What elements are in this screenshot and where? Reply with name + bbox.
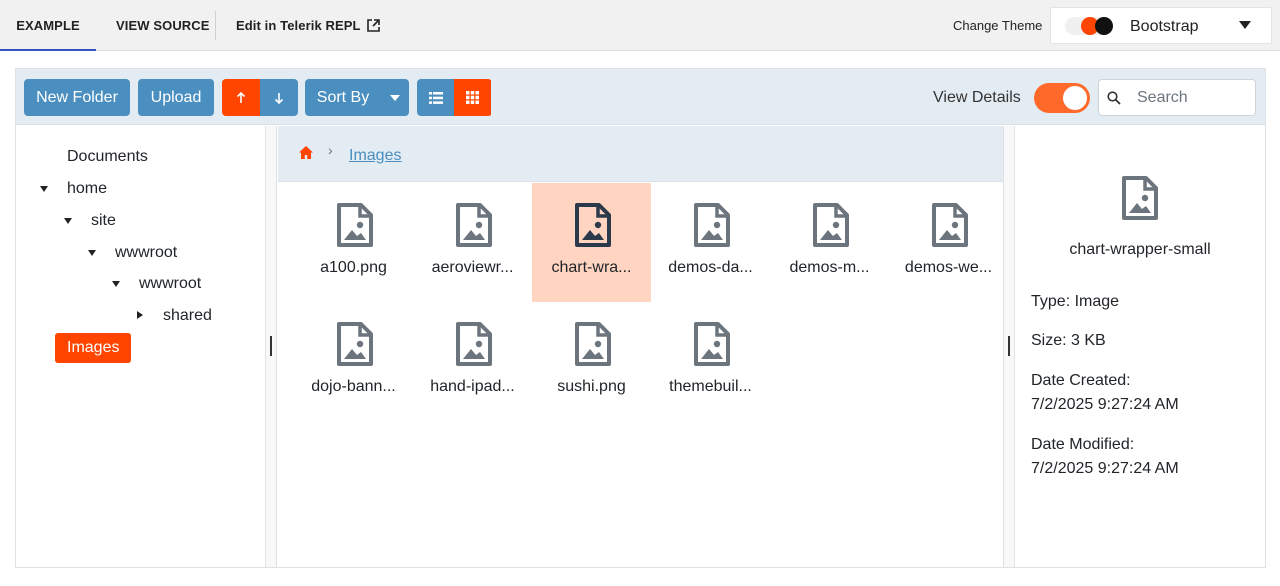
home-icon[interactable]: [299, 146, 313, 159]
upload-button[interactable]: Upload: [138, 79, 214, 116]
image-file-icon: [813, 203, 849, 247]
details-pane: chart-wrapper-small Type: Image Size: 3 …: [1015, 126, 1265, 567]
file-item[interactable]: hand-ipad...: [413, 302, 532, 421]
tree-splitter[interactable]: [265, 126, 277, 567]
search-input[interactable]: [1137, 80, 1249, 115]
image-file-icon: [694, 322, 730, 366]
chevron-down-icon: [1239, 21, 1251, 29]
image-file-icon: [932, 203, 968, 247]
sort-descending-button[interactable]: [260, 79, 298, 116]
chevron-right-icon: ›: [328, 142, 333, 158]
image-file-icon: [1122, 176, 1158, 220]
tree-item-site[interactable]: site: [91, 206, 116, 236]
details-type: Type: Image: [1031, 293, 1120, 310]
image-file-icon: [456, 203, 492, 247]
file-name: hand-ipad...: [430, 378, 515, 395]
details-created-label: Date Created:: [1031, 372, 1131, 389]
search-icon: [1107, 91, 1121, 105]
details-created-value: 7/2/2025 9:27:24 AM: [1031, 396, 1179, 413]
view-details-label: View Details: [933, 89, 1021, 106]
image-file-icon: [694, 203, 730, 247]
file-name: demos-we...: [904, 259, 993, 276]
folder-tree: Documents home site wwwroot wwwroot shar…: [16, 126, 265, 567]
demo-top-bar: EXAMPLE VIEW SOURCE Edit in Telerik REPL…: [0, 0, 1280, 51]
file-manager-toolbar: New Folder Upload Sort By View Details: [16, 69, 1265, 125]
tab-view-source[interactable]: VIEW SOURCE: [116, 0, 210, 51]
edit-in-repl-link[interactable]: Edit in Telerik REPL: [236, 0, 380, 51]
tree-toggle-shared[interactable]: [137, 311, 143, 319]
tree-item-shared[interactable]: shared: [163, 301, 212, 331]
file-item[interactable]: demos-da...: [651, 183, 770, 302]
tab-divider: [215, 11, 216, 40]
image-file-icon: [456, 322, 492, 366]
splitter-grip: [1008, 336, 1010, 356]
list-view-button[interactable]: [417, 79, 454, 116]
view-mode-group: [417, 79, 492, 116]
file-item[interactable]: demos-m...: [770, 183, 889, 302]
sort-ascending-button[interactable]: [222, 79, 260, 116]
file-name: dojo-bann...: [311, 378, 396, 395]
file-item[interactable]: demos-we...: [889, 183, 1008, 302]
image-file-icon: [575, 322, 611, 366]
tab-example[interactable]: EXAMPLE: [0, 0, 96, 51]
file-name: demos-m...: [789, 259, 870, 276]
theme-dropdown[interactable]: Bootstrap: [1050, 7, 1272, 44]
breadcrumb: › Images: [278, 126, 1003, 182]
list-view-icon: [428, 91, 443, 104]
edit-in-repl-label: Edit in Telerik REPL: [236, 18, 361, 33]
tree-toggle-wwwroot-nested[interactable]: [112, 281, 120, 287]
details-modified-label: Date Modified:: [1031, 436, 1135, 453]
file-name: chart-wra...: [551, 259, 632, 276]
details-size: Size: 3 KB: [1031, 332, 1106, 349]
tree-item-documents[interactable]: Documents: [67, 142, 148, 172]
file-name: aeroviewr...: [431, 259, 514, 276]
sort-by-label: Sort By: [316, 89, 370, 106]
breadcrumb-item-images[interactable]: Images: [349, 126, 401, 186]
tree-toggle-site[interactable]: [64, 218, 72, 224]
file-item[interactable]: chart-wra...: [532, 183, 651, 302]
new-folder-button[interactable]: New Folder: [24, 79, 130, 116]
file-item[interactable]: sushi.png: [532, 302, 651, 421]
grid-view-icon: [466, 91, 479, 104]
external-link-icon: [366, 19, 380, 32]
grid-view-button[interactable]: [454, 79, 491, 116]
details-splitter[interactable]: [1003, 126, 1015, 567]
arrow-up-icon: [236, 91, 246, 103]
file-name: themebuil...: [669, 378, 752, 395]
tree-item-images[interactable]: Images: [55, 333, 132, 363]
arrow-down-icon: [274, 92, 284, 104]
switch-knob: [1063, 86, 1087, 110]
file-item[interactable]: themebuil...: [651, 302, 770, 421]
sort-by-dropdown-button[interactable]: Sort By: [305, 79, 409, 116]
file-manager: New Folder Upload Sort By View Details S…: [15, 68, 1266, 568]
details-file-name: chart-wrapper-small: [1069, 241, 1211, 258]
file-name: sushi.png: [557, 378, 626, 395]
splitter-grip: [270, 336, 272, 356]
tree-toggle-home[interactable]: [40, 186, 48, 192]
tree-item-wwwroot[interactable]: wwwroot: [115, 238, 177, 268]
file-item[interactable]: dojo-bann...: [294, 302, 413, 421]
image-file-icon: [337, 203, 373, 247]
file-item[interactable]: a100.png: [294, 183, 413, 302]
tree-toggle-wwwroot[interactable]: [88, 250, 96, 256]
theme-swatch-dark: [1095, 17, 1113, 35]
sort-direction-group: [222, 79, 298, 116]
theme-selected-value: Bootstrap: [1130, 18, 1199, 35]
view-details-switch[interactable]: [1034, 83, 1090, 113]
details-modified-value: 7/2/2025 9:27:24 AM: [1031, 460, 1179, 477]
change-theme-label: Change Theme: [953, 18, 1043, 33]
tree-item-home[interactable]: home: [67, 174, 107, 204]
file-list-pane: › Images a100.png aeroviewr... chart-wra..…: [278, 126, 1003, 567]
file-name: demos-da...: [668, 259, 753, 276]
chevron-down-icon: [381, 79, 409, 116]
file-name: a100.png: [320, 259, 387, 276]
search-box: [1098, 79, 1256, 116]
file-item[interactable]: aeroviewr...: [413, 183, 532, 302]
image-file-icon: [575, 203, 611, 247]
tree-item-wwwroot-nested[interactable]: wwwroot: [139, 269, 201, 299]
image-file-icon: [337, 322, 373, 366]
